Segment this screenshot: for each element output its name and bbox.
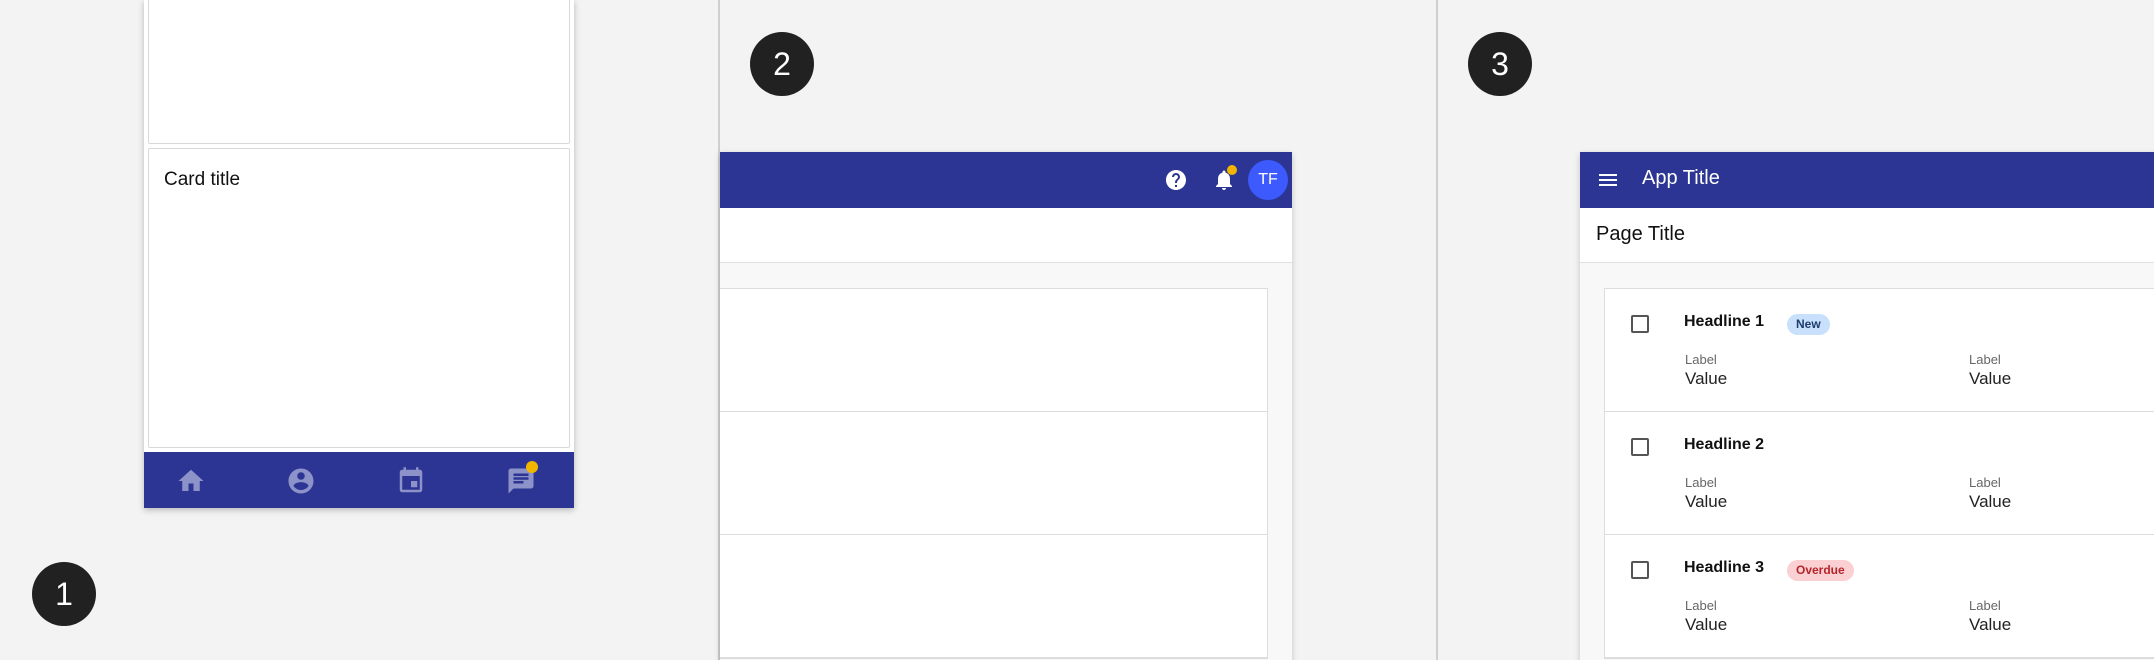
field-label: Label <box>1685 475 1717 490</box>
status-badge: Overdue <box>1787 560 1854 581</box>
app-title: App Title <box>1642 167 1720 189</box>
checkbox[interactable] <box>1631 561 1649 579</box>
messages-icon[interactable] <box>506 461 538 496</box>
page-header <box>720 208 1292 263</box>
checkbox[interactable] <box>1631 438 1649 456</box>
notification-dot <box>526 461 538 473</box>
calendar-icon[interactable] <box>396 466 426 496</box>
bottom-navigation <box>144 452 574 508</box>
headline: Headline 3 <box>1684 559 1765 576</box>
field-label: Label <box>1969 352 2001 367</box>
card[interactable]: Card title <box>148 148 570 448</box>
field-value: Value <box>1969 369 2012 388</box>
field-label: Label <box>1969 475 2001 490</box>
list-item[interactable]: Headline 3 Overdue Label Value Label Val… <box>1605 535 2154 658</box>
field: Label Value <box>1685 598 1727 635</box>
headline: Headline 2 <box>1684 436 1765 453</box>
list-item[interactable] <box>720 535 1267 658</box>
desktop-app-view: App Title Page Title Headline 1 New Labe… <box>1580 152 2154 660</box>
home-icon[interactable] <box>176 466 206 496</box>
list: Headline 1 New Label Value Label Value H… <box>1604 288 2154 659</box>
field-value: Value <box>1969 615 2012 634</box>
field-value: Value <box>1969 492 2012 511</box>
field-value: Value <box>1685 369 1728 388</box>
desktop-app-view: TF <box>720 152 1292 660</box>
field-value: Value <box>1685 492 1728 511</box>
field-label: Label <box>1685 352 1717 367</box>
field: Label Value <box>1969 475 2011 512</box>
list-item[interactable] <box>720 412 1267 535</box>
field-label: Label <box>1685 598 1717 613</box>
list-item[interactable]: Headline 1 New Label Value Label Value <box>1605 289 2154 412</box>
headline: Headline 1 <box>1684 313 1765 330</box>
field: Label Value <box>1969 352 2011 389</box>
field: Label Value <box>1685 475 1727 512</box>
account-icon[interactable] <box>286 466 316 496</box>
page-header: Page Title <box>1580 208 2154 263</box>
step-badge-1: 1 <box>32 562 96 626</box>
app-bar: App Title <box>1580 152 2154 208</box>
status-badge: New <box>1787 314 1830 335</box>
page-title: Page Title <box>1596 223 1685 245</box>
step-badge-2: 2 <box>750 32 814 96</box>
field: Label Value <box>1685 352 1727 389</box>
card-title: Card title <box>164 169 241 190</box>
menu-icon[interactable] <box>1596 168 1620 192</box>
field-value: Value <box>1685 615 1728 634</box>
checkbox[interactable] <box>1631 315 1649 333</box>
mobile-screen: Card title <box>144 0 574 508</box>
field: Label Value <box>1969 598 2011 635</box>
field-label: Label <box>1969 598 2001 613</box>
notification-dot <box>1227 165 1237 175</box>
list-item[interactable]: Headline 2 Label Value Label Value <box>1605 412 2154 535</box>
help-icon[interactable] <box>1164 168 1188 192</box>
list <box>720 288 1268 659</box>
list-item[interactable] <box>720 289 1267 412</box>
panel-divider <box>1436 0 1438 660</box>
notifications-icon[interactable] <box>1212 165 1237 192</box>
avatar[interactable]: TF <box>1248 160 1288 200</box>
card[interactable] <box>148 0 570 144</box>
app-bar: TF <box>720 152 1292 208</box>
step-badge-3: 3 <box>1468 32 1532 96</box>
